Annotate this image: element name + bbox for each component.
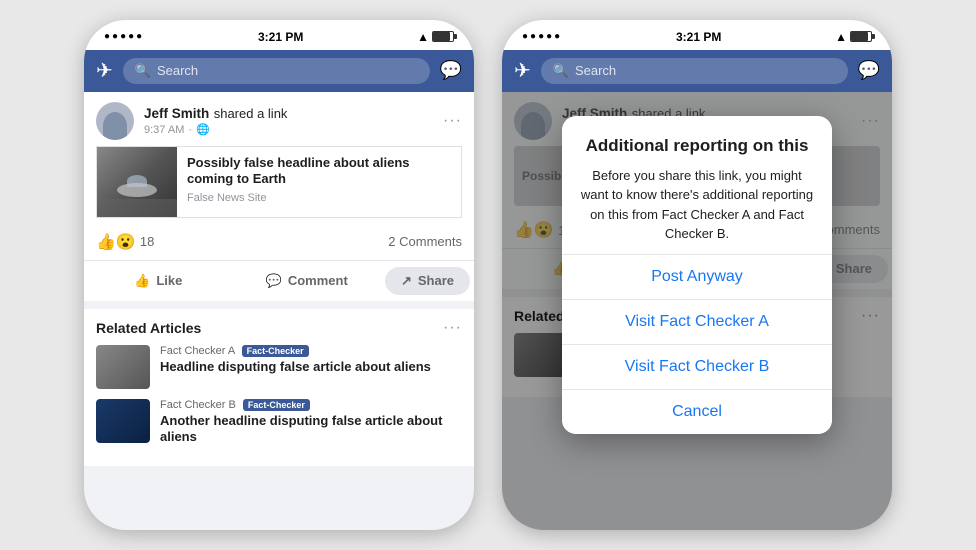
fact-badge-1: Fact-Checker [242, 345, 309, 357]
post-card-1: Jeff Smith shared a link 9:37 AM · 🌐 ··· [84, 92, 474, 301]
wifi-symbol: ▲ [417, 30, 429, 44]
search-bar-1[interactable]: 🔍 Search [123, 58, 430, 84]
comment-icon-1: 💬 [266, 273, 282, 289]
related-header-1: Related Articles ··· [96, 319, 462, 337]
messenger-icon-1: 💬 [440, 60, 462, 81]
related-item-1[interactable]: Fact Checker A Fact-Checker Headline dis… [96, 345, 462, 389]
link-preview-1[interactable]: Possibly false headline about aliens com… [96, 146, 462, 218]
post-meta-1: 9:37 AM · 🌐 [144, 123, 433, 136]
related-section-1: Related Articles ··· Fact Checker A Fact… [84, 309, 474, 467]
like-icon-1: 👍 [134, 273, 150, 289]
cancel-button[interactable]: Cancel [562, 390, 832, 434]
phone-2: ●●●●● 3:21 PM ▲ ✈ 🔍 Search 💬 [502, 20, 892, 530]
comments-count-1[interactable]: 2 Comments [388, 234, 462, 249]
dialog-buttons: Post Anyway Visit Fact Checker A Visit F… [562, 254, 832, 434]
preview-image-1 [97, 147, 177, 217]
reaction-emojis-1: 👍😮 18 [96, 232, 154, 252]
related-img-2 [96, 399, 150, 443]
related-content-2: Fact Checker B Fact-Checker Another head… [160, 399, 462, 447]
search-icon-1: 🔍 [135, 63, 151, 79]
feed-1: Jeff Smith shared a link 9:37 AM · 🌐 ··· [84, 92, 474, 530]
post-header-1: Jeff Smith shared a link 9:37 AM · 🌐 ··· [84, 92, 474, 146]
reactions-row-1: 👍😮 18 2 Comments [84, 228, 474, 261]
related-headline-1: Headline disputing false article about a… [160, 359, 462, 376]
share-icon-1: ↗ [401, 273, 412, 289]
checker-name-2: Fact Checker B Fact-Checker [160, 399, 462, 411]
related-item-2[interactable]: Fact Checker B Fact-Checker Another head… [96, 399, 462, 447]
post-username-1: Jeff Smith shared a link [144, 105, 433, 123]
related-img-1 [96, 345, 150, 389]
fb-header-1: ✈ 🔍 Search 💬 [84, 50, 474, 92]
post-user-info-1: Jeff Smith shared a link 9:37 AM · 🌐 [144, 105, 433, 136]
preview-source-1: False News Site [187, 192, 451, 204]
phones-container: ●●●●● 3:21 PM ▲ ✈ 🔍 Search 💬 [64, 0, 912, 550]
dialog-title: Additional reporting on this [578, 136, 816, 156]
phone-1: ●●●●● 3:21 PM ▲ ✈ 🔍 Search 💬 [84, 20, 474, 530]
related-content-1: Fact Checker A Fact-Checker Headline dis… [160, 345, 462, 376]
battery-area: ▲ [417, 30, 454, 44]
fb-logo-icon: ✈ [96, 58, 113, 83]
fact-badge-2: Fact-Checker [243, 399, 310, 411]
avatar-1 [96, 102, 134, 140]
preview-content-1: Possibly false headline about aliens com… [177, 147, 461, 217]
dialog-overlay: Additional reporting on this Before you … [502, 20, 892, 530]
dialog-content: Additional reporting on this Before you … [562, 116, 832, 254]
comment-button-1[interactable]: 💬 Comment [232, 263, 380, 299]
signal-dots: ●●●●● [104, 31, 144, 42]
post-anyway-button[interactable]: Post Anyway [562, 255, 832, 300]
dialog-box: Additional reporting on this Before you … [562, 116, 832, 434]
preview-title-1: Possibly false headline about aliens com… [187, 155, 451, 189]
dialog-body: Before you share this link, you might wa… [578, 166, 816, 244]
visit-checker-a-button[interactable]: Visit Fact Checker A [562, 300, 832, 345]
action-buttons-1: 👍 Like 💬 Comment ↗ Share [84, 261, 474, 301]
more-options-1[interactable]: ··· [443, 112, 462, 130]
checker-name-1: Fact Checker A Fact-Checker [160, 345, 462, 357]
related-headline-2: Another headline disputing false article… [160, 413, 462, 447]
share-button-1[interactable]: ↗ Share [385, 267, 470, 295]
search-label-1: Search [157, 63, 198, 78]
related-title-1: Related Articles [96, 320, 201, 336]
visit-checker-b-button[interactable]: Visit Fact Checker B [562, 345, 832, 390]
like-button-1[interactable]: 👍 Like [84, 263, 232, 299]
time-display-1: 3:21 PM [258, 30, 303, 44]
related-more-1[interactable]: ··· [443, 319, 462, 337]
battery-symbol [432, 31, 454, 42]
status-bar-1: ●●●●● 3:21 PM ▲ [84, 20, 474, 50]
